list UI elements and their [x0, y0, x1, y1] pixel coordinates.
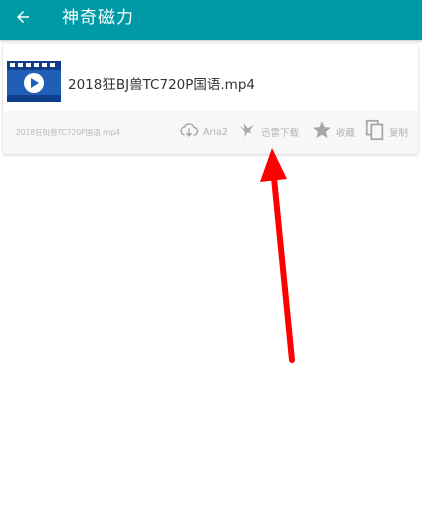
star-icon [311, 119, 333, 145]
video-file-icon [7, 61, 61, 102]
copy-icon [364, 119, 386, 145]
arrow-left-icon [14, 8, 32, 30]
favorite-label: 收藏 [336, 128, 356, 139]
aria2-button[interactable]: Aria2 [178, 120, 228, 144]
copy-button[interactable]: 复制 [364, 119, 409, 145]
file-name-caption: 2018狂BJ兽TC720P国语.mp4 [16, 128, 120, 137]
file-title[interactable]: 2018狂BJ兽TC720P国语.mp4 [68, 73, 255, 93]
aria2-label: Aria2 [203, 126, 228, 138]
result-card-actions: 2018狂BJ兽TC720P国语.mp4 Aria2 迅雷下载 收藏 复制 [3, 111, 418, 154]
app-title: 神奇磁力 [62, 8, 134, 28]
back-button[interactable] [10, 6, 36, 32]
thunder-download-label: 迅雷下载 [261, 128, 300, 139]
thunder-download-button[interactable]: 迅雷下载 [236, 120, 299, 144]
result-card[interactable]: 2018狂BJ兽TC720P国语.mp4 2018狂BJ兽TC720P国语.mp… [3, 44, 418, 154]
cloud-download-icon [178, 120, 200, 144]
result-card-header[interactable]: 2018狂BJ兽TC720P国语.mp4 [3, 44, 418, 111]
favorite-button[interactable]: 收藏 [311, 120, 355, 144]
app-bar: 神奇磁力 [0, 0, 422, 40]
thunder-bird-icon [236, 120, 258, 144]
copy-label: 复制 [389, 128, 409, 139]
